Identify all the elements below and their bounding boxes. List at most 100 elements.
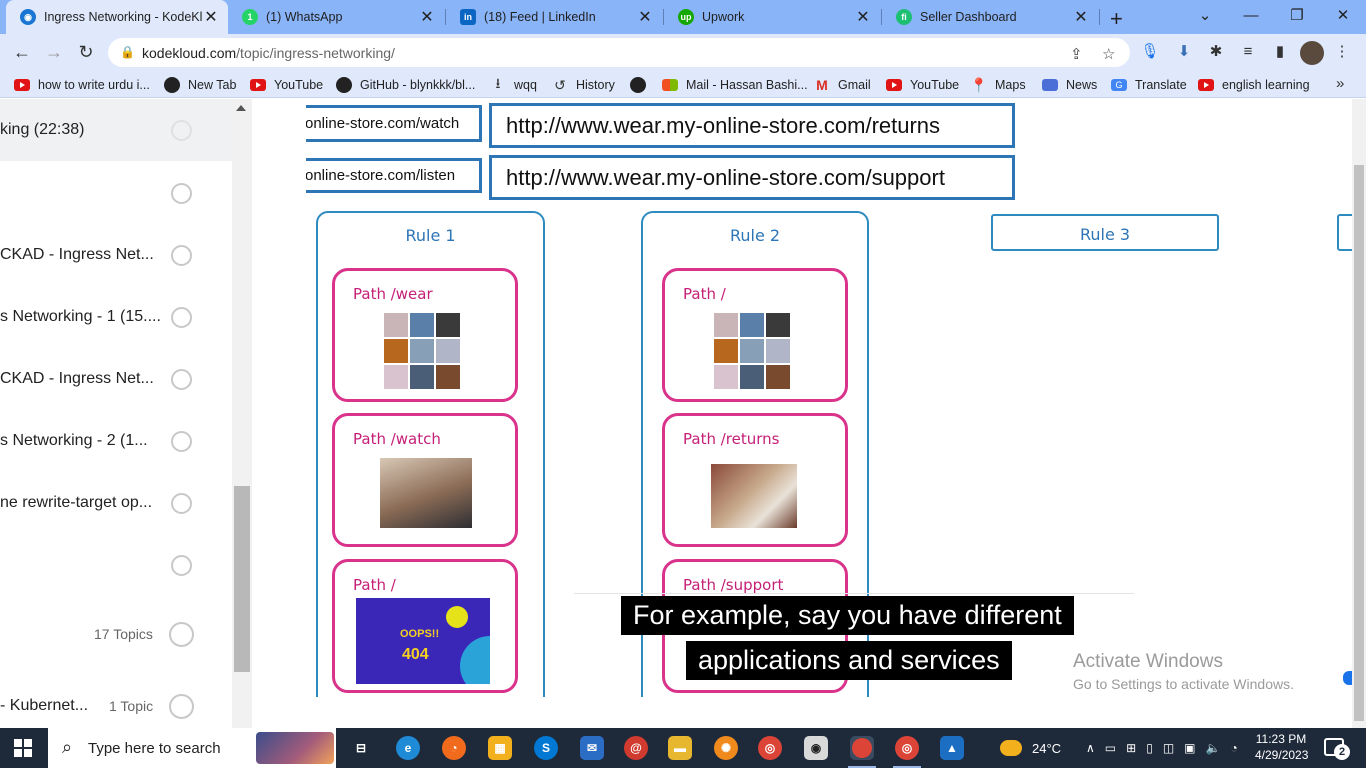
chrome-icon[interactable]: ◎	[895, 736, 919, 760]
bookmark-item[interactable]	[630, 76, 654, 94]
tab-kodekloud[interactable]: ◉ Ingress Networking - KodeKl ✕	[6, 0, 228, 34]
lock-icon[interactable]: 🔒	[120, 45, 135, 59]
profile-avatar[interactable]	[1300, 41, 1324, 65]
lesson-item[interactable]: CKAD - Ingress Net...	[0, 348, 232, 410]
close-icon[interactable]: ✕	[854, 7, 872, 27]
taskbar-clock[interactable]: 11:23 PM 4/29/2023	[1255, 731, 1308, 763]
lesson-item[interactable]: CKAD - Ingress Net...	[0, 224, 232, 286]
battery-icon[interactable]: ▭	[1105, 741, 1116, 755]
menu-kebab-icon[interactable]: ⋮	[1332, 42, 1352, 62]
firefox-icon[interactable]: ◔	[442, 736, 466, 760]
chevron-up-icon[interactable]: ∧	[1086, 741, 1095, 755]
lesson-item[interactable]: s Networking - 2 (1...	[0, 410, 232, 472]
lesson-status-radio[interactable]	[171, 244, 192, 266]
close-icon[interactable]: ✕	[1072, 7, 1090, 27]
side-panel-icon[interactable]: ▮	[1270, 42, 1290, 62]
bookmark-item[interactable]: GitHub - blynkkk/bl...	[336, 76, 475, 94]
lesson-item[interactable]: ne rewrite-target op...	[0, 472, 232, 534]
section-item[interactable]: 17 Topics	[0, 603, 232, 665]
lesson-status-radio[interactable]	[171, 492, 192, 514]
tab-seller-dashboard[interactable]: fi Seller Dashboard ✕	[882, 0, 1098, 34]
chrome-icon[interactable]: ◎	[758, 736, 782, 760]
lesson-status-radio[interactable]	[171, 368, 192, 390]
tab-linkedin[interactable]: in (18) Feed | LinkedIn ✕	[446, 0, 662, 34]
photos-icon[interactable]: ▲	[940, 736, 964, 760]
bookmark-item[interactable]: Mail - Hassan Bashi...	[662, 76, 808, 94]
media-control-icon[interactable]: ≡	[1238, 42, 1258, 62]
extensions-puzzle-icon[interactable]: ✱	[1206, 42, 1226, 62]
camera-icon[interactable]: ◫	[1163, 741, 1174, 755]
page-scrollbar[interactable]	[1352, 99, 1366, 728]
bookmark-star-icon[interactable]: ☆	[1102, 45, 1115, 63]
bookmark-item[interactable]: G Translate	[1111, 76, 1187, 94]
reload-button[interactable]: ↻	[74, 41, 98, 65]
lesson-item[interactable]: king (22:38)	[0, 99, 232, 161]
lesson-status-radio[interactable]	[171, 306, 192, 328]
edge-icon[interactable]: e	[396, 736, 420, 760]
lesson-item[interactable]: s Networking - 1 (15....	[0, 286, 232, 348]
bookmark-item[interactable]: New Tab	[164, 76, 236, 94]
bookmark-item[interactable]: english learning	[1198, 76, 1310, 94]
chrome-profile-icon[interactable]	[850, 736, 874, 760]
tab-upwork[interactable]: up Upwork ✕	[664, 0, 880, 34]
lesson-status-radio[interactable]	[171, 119, 192, 141]
page-scroll-thumb[interactable]	[1354, 165, 1364, 721]
new-tab-button[interactable]: +	[1110, 6, 1123, 32]
share-icon[interactable]: ⇪	[1070, 45, 1083, 63]
chevron-right-icon[interactable]: »	[1336, 75, 1344, 92]
bookmark-item[interactable]: 📍 Maps	[970, 76, 1025, 94]
whatsapp-icon: 1	[242, 9, 258, 25]
address-url[interactable]: kodekloud.com/topic/ingress-networking/	[142, 45, 395, 61]
scroll-up-arrow-icon[interactable]	[236, 105, 246, 111]
close-window-button[interactable]: ✕	[1320, 0, 1366, 34]
device-icon[interactable]: ▯	[1146, 741, 1153, 755]
lesson-item[interactable]	[0, 534, 232, 596]
download-extension-icon[interactable]: ⬇	[1174, 42, 1194, 62]
microphone-extension-icon[interactable]: 🎙	[1140, 42, 1160, 62]
close-icon[interactable]: ✕	[418, 7, 436, 27]
back-button[interactable]: ←	[10, 41, 34, 65]
store-icon[interactable]: ▦	[488, 736, 512, 760]
bookmark-item[interactable]: YouTube	[886, 76, 959, 94]
snail-app-icon[interactable]: @	[624, 736, 648, 760]
windows-start-icon[interactable]	[14, 739, 32, 757]
obs-icon[interactable]: ◉	[804, 736, 828, 760]
lesson-item[interactable]	[0, 162, 232, 224]
section-status-radio[interactable]	[169, 693, 194, 719]
tab-whatsapp[interactable]: 1 (1) WhatsApp ✕	[228, 0, 444, 34]
section-status-radio[interactable]	[169, 621, 194, 647]
lesson-status-radio[interactable]	[171, 554, 192, 576]
wifi-icon[interactable]: ◔	[1230, 741, 1237, 755]
storage-icon[interactable]: ▣	[1184, 741, 1195, 755]
restore-button[interactable]: ❐	[1274, 0, 1320, 34]
close-icon[interactable]: ✕	[202, 7, 220, 27]
bookmark-item[interactable]: M Gmail	[814, 76, 871, 94]
sidebar-scroll-thumb[interactable]	[234, 486, 250, 672]
taskbar-search[interactable]: ⌕ Type here to search	[48, 728, 336, 768]
tab-search-button[interactable]: ⌄	[1182, 0, 1228, 34]
search-highlight-image[interactable]	[256, 732, 334, 764]
minimize-button[interactable]: —	[1228, 0, 1274, 34]
close-icon[interactable]: ✕	[636, 7, 654, 27]
gear-app-icon[interactable]: ✺	[714, 736, 738, 760]
bookmark-item[interactable]: News	[1042, 76, 1097, 94]
address-bar[interactable]: 🔒 kodekloud.com/topic/ingress-networking…	[108, 38, 1130, 67]
mail-icon[interactable]: ✉	[580, 736, 604, 760]
bookmark-item[interactable]: how to write urdu i...	[14, 76, 150, 94]
player-divider	[574, 593, 1134, 594]
volume-icon[interactable]: 🔈	[1206, 741, 1221, 755]
forward-button[interactable]: →	[42, 41, 66, 65]
section-item[interactable]: - Kubernet... 1 Topic	[0, 675, 232, 728]
bookmark-item[interactable]: ⭳ wqq	[490, 75, 537, 94]
bookmark-item[interactable]: ↺ History	[552, 76, 615, 94]
sidebar-scrollbar[interactable]	[232, 99, 252, 728]
notifications-icon[interactable]: 2	[1324, 738, 1350, 760]
weather-widget[interactable]: 24°C	[1000, 728, 1061, 768]
network-icon[interactable]: ⊞	[1126, 741, 1136, 755]
file-explorer-icon[interactable]: ▬	[668, 736, 692, 760]
skype-icon[interactable]: S	[534, 736, 558, 760]
task-view-icon[interactable]: ⊟	[349, 736, 373, 760]
lesson-status-radio[interactable]	[171, 430, 192, 452]
bookmark-item[interactable]: YouTube	[250, 76, 323, 94]
lesson-status-radio[interactable]	[171, 182, 192, 204]
